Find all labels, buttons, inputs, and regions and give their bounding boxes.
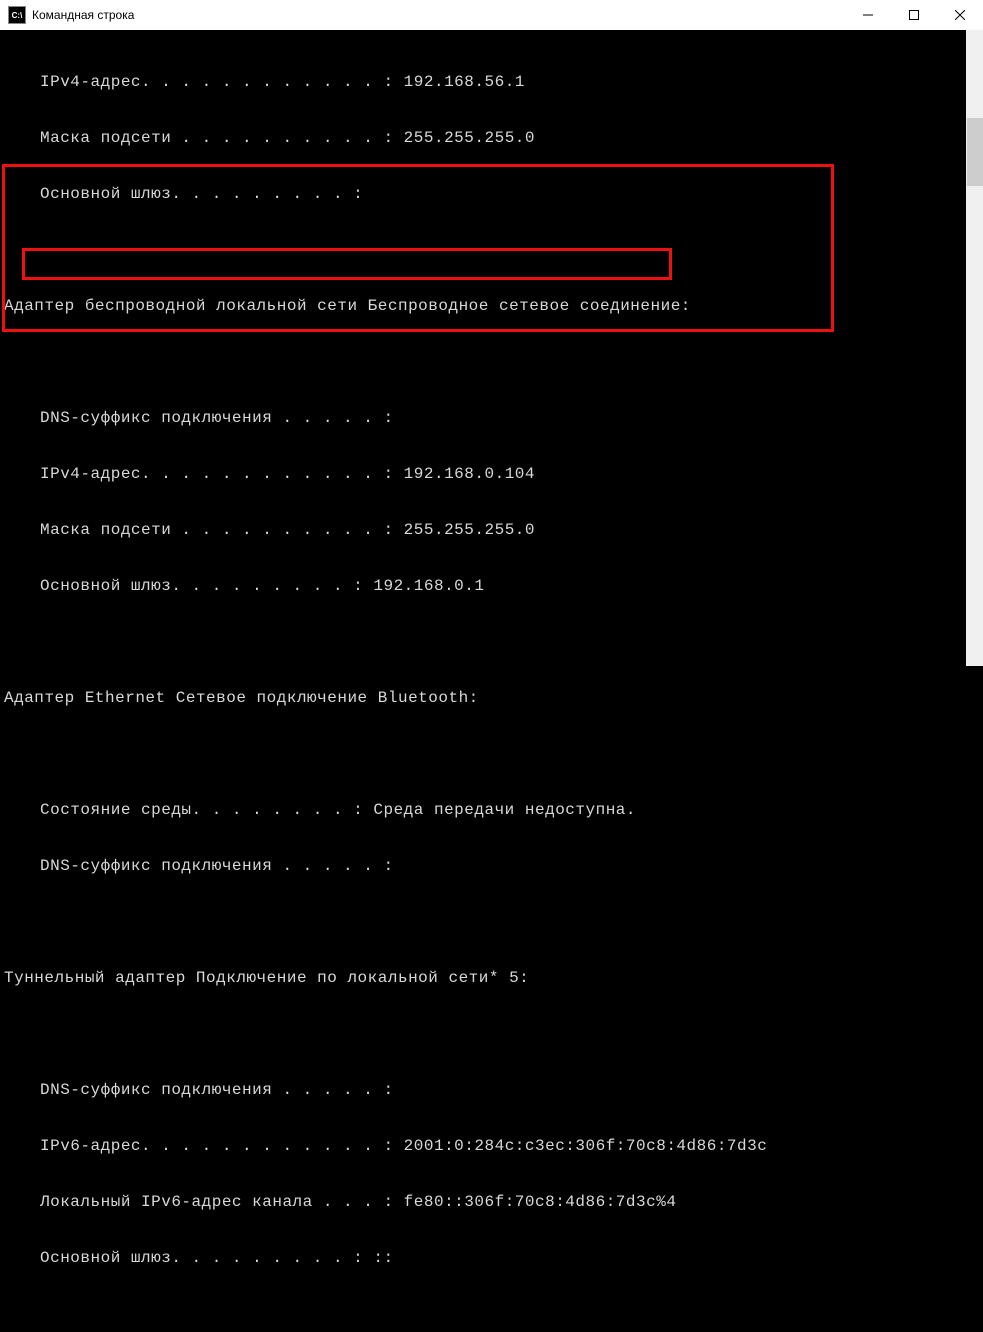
output-line: Основной шлюз. . . . . . . . . : 192.168…: [0, 572, 983, 600]
scrollbar-thumb[interactable]: [967, 118, 983, 186]
output-blank: [0, 236, 983, 264]
vertical-scrollbar[interactable]: [966, 30, 983, 666]
title-bar: C:\ Командная строка: [0, 0, 983, 31]
output-blank: [0, 1300, 983, 1328]
output-line: Основной шлюз. . . . . . . . . :: [0, 180, 983, 208]
cmd-icon-glyph: C:\: [12, 11, 23, 20]
output-blank: [0, 740, 983, 768]
output-line: IPv4-адрес. . . . . . . . . . . . : 192.…: [0, 68, 983, 96]
output-blank: [0, 1020, 983, 1048]
output-line: DNS-суффикс подключения . . . . . :: [0, 852, 983, 880]
minimize-button[interactable]: [845, 0, 891, 30]
output-blank: [0, 348, 983, 376]
output-blank: [0, 908, 983, 936]
adapter-header-wireless: Адаптер беспроводной локальной сети Бесп…: [0, 292, 983, 320]
maximize-button[interactable]: [891, 0, 937, 30]
output-line: Основной шлюз. . . . . . . . . : ::: [0, 1244, 983, 1272]
output-line: DNS-суффикс подключения . . . . . :: [0, 1076, 983, 1104]
output-line-ipv4: IPv4-адрес. . . . . . . . . . . . : 192.…: [0, 460, 983, 488]
output-line: Локальный IPv6-адрес канала . . . : fe80…: [0, 1188, 983, 1216]
adapter-header-bluetooth: Адаптер Ethernet Сетевое подключение Blu…: [0, 684, 983, 712]
output-line: IPv6-адрес. . . . . . . . . . . . : 2001…: [0, 1132, 983, 1160]
terminal-output[interactable]: IPv4-адрес. . . . . . . . . . . . : 192.…: [0, 30, 983, 666]
output-line: Маска подсети . . . . . . . . . . : 255.…: [0, 124, 983, 152]
output-line: DNS-суффикс подключения . . . . . :: [0, 404, 983, 432]
close-button[interactable]: [937, 0, 983, 30]
output-line: Маска подсети . . . . . . . . . . : 255.…: [0, 516, 983, 544]
cmd-icon: C:\: [8, 6, 26, 24]
output-line: Состояние среды. . . . . . . . : Среда п…: [0, 796, 983, 824]
adapter-header-tunnel-local: Туннельный адаптер Подключение по локаль…: [0, 964, 983, 992]
window-title: Командная строка: [32, 8, 134, 22]
output-blank: [0, 628, 983, 656]
